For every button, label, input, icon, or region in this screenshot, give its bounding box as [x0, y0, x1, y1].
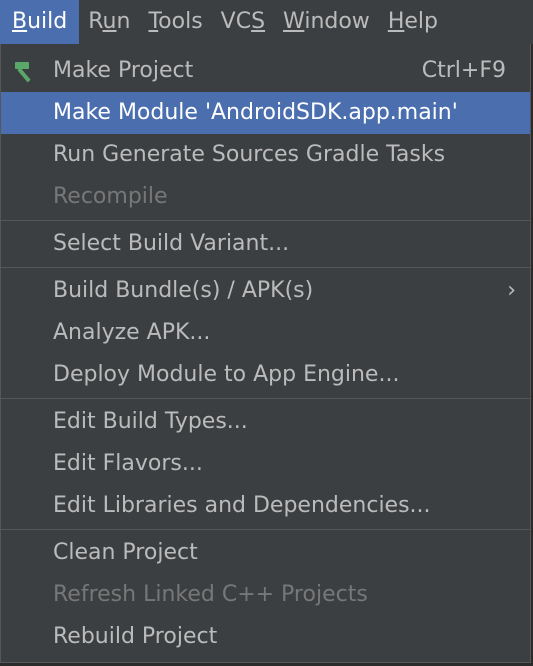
menu-build[interactable]: Build	[0, 0, 80, 44]
menu-tools-mnemonic: T	[148, 9, 159, 34]
menu-help-mnemonic: H	[387, 9, 405, 34]
make-project-label: Make Project	[53, 58, 194, 83]
chevron-right-icon: ›	[507, 278, 516, 303]
menu-vcs-mnemonic: S	[251, 9, 266, 34]
clean-project-item[interactable]: Clean Project	[1, 532, 530, 574]
menu-run[interactable]: Run	[79, 0, 139, 44]
menu-window-label-rest: indow	[304, 9, 370, 34]
edit-flavors-label: Edit Flavors...	[53, 451, 203, 476]
analyze-apk-label: Analyze APK...	[53, 320, 211, 345]
refresh-cpp-projects-label: Refresh Linked C++ Projects	[53, 582, 368, 607]
menu-window-mnemonic: W	[283, 9, 305, 34]
menu-help[interactable]: Help	[379, 0, 447, 44]
build-bundle-apk-label: Build Bundle(s) / APK(s)	[53, 278, 314, 303]
refresh-cpp-projects-item: Refresh Linked C++ Projects	[1, 574, 530, 616]
menu-tools-label-rest: ools	[158, 9, 203, 34]
menu-build-label-rest: uild	[27, 9, 68, 34]
select-build-variant-label: Select Build Variant...	[53, 231, 290, 256]
analyze-apk-item[interactable]: Analyze APK...	[1, 312, 530, 354]
edit-build-types-item[interactable]: Edit Build Types...	[1, 401, 530, 443]
menu-window[interactable]: Window	[274, 0, 379, 44]
select-build-variant-item[interactable]: Select Build Variant...	[1, 223, 530, 265]
make-project-shortcut: Ctrl+F9	[421, 58, 506, 83]
menu-vcs[interactable]: VCS	[212, 0, 274, 44]
menu-run-label-rest: n	[116, 9, 131, 34]
menu-separator	[1, 220, 530, 221]
edit-flavors-item[interactable]: Edit Flavors...	[1, 443, 530, 485]
clean-project-label: Clean Project	[53, 540, 198, 565]
make-module-label: Make Module 'AndroidSDK.app.main'	[53, 100, 458, 125]
deploy-module-item[interactable]: Deploy Module to App Engine...	[1, 354, 530, 396]
make-module-item[interactable]: Make Module 'AndroidSDK.app.main'	[1, 92, 530, 134]
deploy-module-label: Deploy Module to App Engine...	[53, 362, 400, 387]
rebuild-project-item[interactable]: Rebuild Project	[1, 616, 530, 658]
run-generate-sources-item[interactable]: Run Generate Sources Gradle Tasks	[1, 134, 530, 176]
build-dropdown-menu: Make Project Ctrl+F9 Make Module 'Androi…	[0, 44, 531, 663]
edit-build-types-label: Edit Build Types...	[53, 409, 248, 434]
edit-libraries-label: Edit Libraries and Dependencies...	[53, 493, 431, 518]
menu-vcs-label-start: VC	[220, 9, 252, 34]
menu-separator	[1, 267, 530, 268]
build-bundle-apk-item[interactable]: Build Bundle(s) / APK(s) ›	[1, 270, 530, 312]
menu-run-mnemonic: u	[102, 9, 117, 34]
menu-build-mnemonic: B	[12, 9, 28, 34]
hammer-icon	[15, 62, 31, 83]
recompile-item: Recompile	[1, 176, 530, 218]
menu-tools[interactable]: Tools	[139, 0, 211, 44]
menu-separator	[1, 398, 530, 399]
edit-libraries-item[interactable]: Edit Libraries and Dependencies...	[1, 485, 530, 527]
rebuild-project-label: Rebuild Project	[53, 624, 218, 649]
make-project-item[interactable]: Make Project Ctrl+F9	[1, 50, 530, 92]
menu-run-label-start: R	[88, 9, 103, 34]
menu-help-label-rest: elp	[404, 9, 438, 34]
menu-bar: Build Run Tools VCS Window Help	[0, 0, 533, 44]
menu-separator	[1, 529, 530, 530]
run-generate-sources-label: Run Generate Sources Gradle Tasks	[53, 142, 446, 167]
recompile-label: Recompile	[53, 184, 168, 209]
